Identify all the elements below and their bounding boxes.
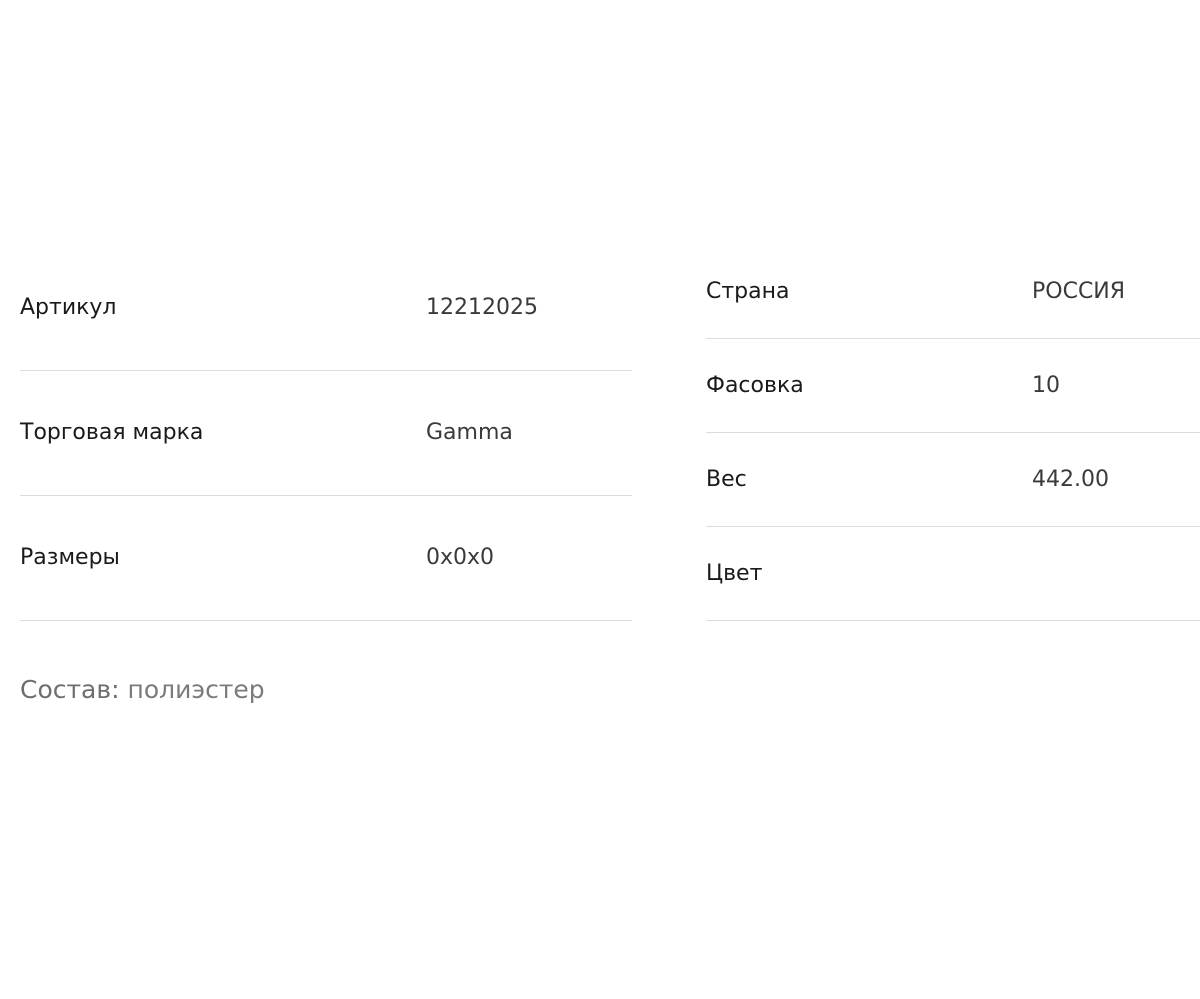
spec-value: Gamma [426,420,513,445]
spec-row-color: Цвет [706,527,1200,621]
spec-label: Размеры [20,545,120,570]
spec-row-country: Страна РОССИЯ [706,245,1200,339]
specs-table-right: Страна РОССИЯ Фасовка 10 Вес 442.00 Цвет [706,245,1200,621]
spec-value: 10 [1032,372,1060,398]
spec-row-article: Артикул 12212025 [20,245,632,371]
spec-label: Вес [706,466,747,492]
spec-value: 12212025 [426,294,538,320]
spec-row-brand: Торговая марка Gamma [20,371,632,496]
spec-label: Цвет [706,560,763,586]
composition-line: Состав: полиэстер [20,675,265,705]
composition-value: полиэстер [127,675,265,704]
spec-label: Артикул [20,294,117,320]
composition-label: Состав: [20,675,120,704]
spec-label: Фасовка [706,372,804,398]
spec-row-dimensions: Размеры 0x0x0 [20,496,632,621]
spec-label: Торговая марка [20,420,204,445]
specs-table-left: Артикул 12212025 Торговая марка Gamma Ра… [20,245,632,621]
spec-value: 442.00 [1032,466,1109,492]
spec-row-weight: Вес 442.00 [706,433,1200,527]
spec-label: Страна [706,278,790,304]
spec-value: РОССИЯ [1032,278,1126,304]
spec-row-packaging: Фасовка 10 [706,339,1200,433]
spec-value: 0x0x0 [426,545,495,570]
